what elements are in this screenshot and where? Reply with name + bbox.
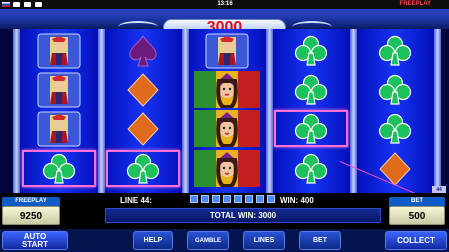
clock: 13:16 <box>217 1 233 7</box>
symbol-club <box>274 32 348 69</box>
symbol-queen <box>22 110 96 147</box>
sound-icon[interactable] <box>35 2 42 7</box>
line-indicator <box>223 195 231 203</box>
auto-start-button[interactable]: AUTO START <box>2 231 68 250</box>
symbol-club <box>358 110 432 147</box>
lines-button[interactable]: LINES <box>243 231 285 250</box>
symbol-diamond <box>358 150 432 187</box>
win-highlight <box>106 150 180 187</box>
bet-button[interactable]: BET <box>299 231 341 250</box>
freeplay-credits: 9250 <box>2 206 60 225</box>
symbol-queen <box>22 71 96 108</box>
gamble-button[interactable]: GAMBLE <box>187 231 229 250</box>
symbol-queen <box>22 32 96 69</box>
collect-button[interactable]: COLLECT <box>385 231 447 250</box>
line-win: WIN: 400 <box>280 196 314 205</box>
reel-area: 44 <box>0 29 449 200</box>
line-indicator <box>190 195 198 203</box>
bet-value: 500 <box>389 206 445 225</box>
line-indicator <box>256 195 264 203</box>
help-button[interactable]: HELP <box>133 231 173 250</box>
line-indicator <box>201 195 209 203</box>
symbol-queen <box>190 32 264 69</box>
window-icon[interactable] <box>24 2 31 7</box>
symbol-diamond <box>106 110 180 147</box>
line-indicator <box>245 195 253 203</box>
reel-header: 3000 <box>0 9 449 36</box>
symbol-club <box>358 32 432 69</box>
flag-icon <box>2 2 10 7</box>
total-win: TOTAL WIN: 3000 <box>105 208 381 223</box>
symbol-jester <box>190 110 264 147</box>
symbol-jester <box>190 150 264 187</box>
symbol-spade <box>106 32 180 69</box>
line-indicator <box>212 195 220 203</box>
line-label: LINE 44: <box>120 196 153 205</box>
line-indicators <box>190 195 275 203</box>
line-indicator <box>234 195 242 203</box>
symbol-club <box>274 71 348 108</box>
symbol-club <box>358 71 432 108</box>
menu-icon[interactable] <box>13 2 20 7</box>
line-indicator <box>267 195 275 203</box>
slot-game-screen: 13:16 FREEPLAY 3000 44 FREEPLAY 9250 LIN… <box>0 0 449 252</box>
win-highlight <box>274 110 348 147</box>
control-panel: AUTO START HELP GAMBLE LINES BET COLLECT <box>0 229 449 252</box>
win-highlight <box>22 150 96 187</box>
status-bar: 13:16 FREEPLAY <box>0 0 449 9</box>
symbol-club <box>274 150 348 187</box>
symbol-diamond <box>106 71 180 108</box>
bet-label: BET <box>389 197 445 206</box>
freeplay-indicator: FREEPLAY <box>399 1 431 7</box>
symbol-jester <box>190 71 264 108</box>
info-bar: FREEPLAY 9250 LINE 44: WIN: 400 TOTAL WI… <box>0 193 449 229</box>
freeplay-label: FREEPLAY <box>2 197 60 206</box>
